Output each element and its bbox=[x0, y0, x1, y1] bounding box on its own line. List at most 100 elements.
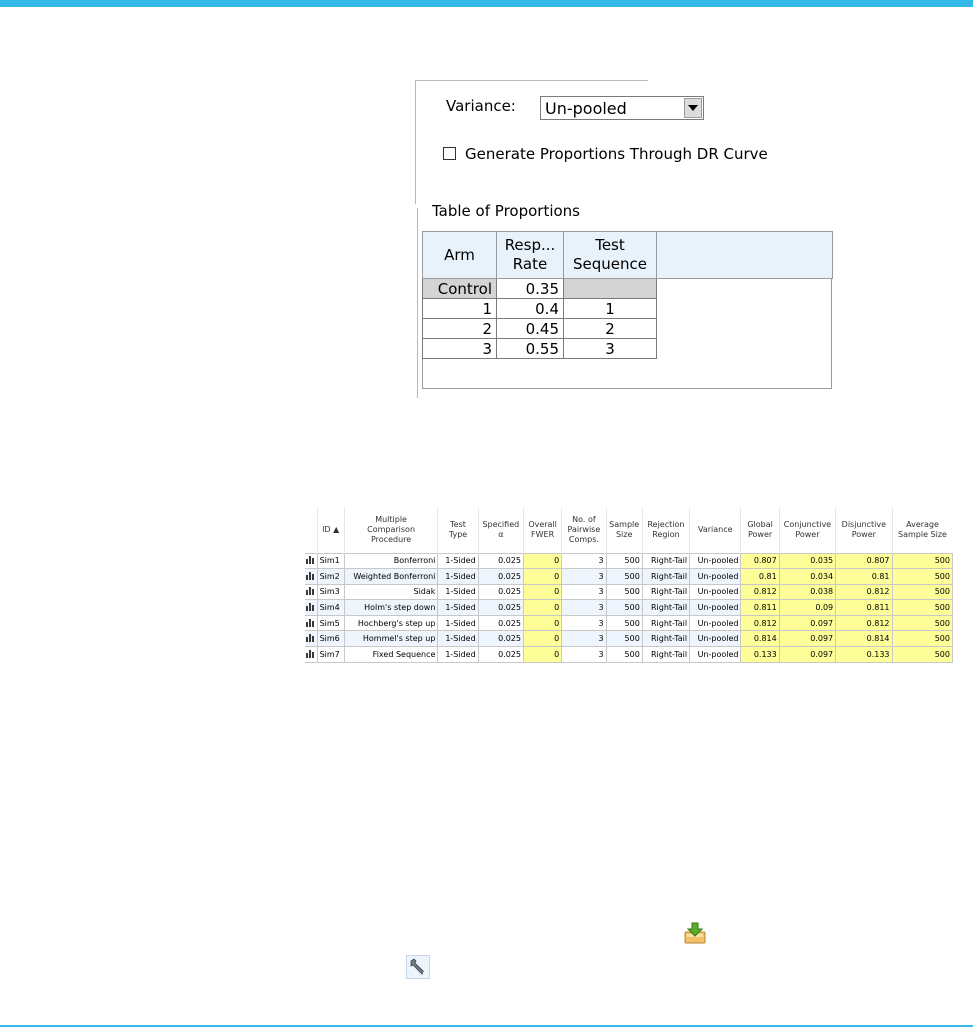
col-header-global-power[interactable]: Global Power bbox=[740, 508, 780, 553]
col-header-conjunctive-power[interactable]: Conjunctive Power bbox=[778, 508, 836, 553]
alpha-cell: 0.025 bbox=[477, 630, 524, 648]
test-type-cell: 1-Sided bbox=[437, 630, 479, 648]
global-power-cell: 0.814 bbox=[740, 630, 780, 648]
col-header-test-type[interactable]: Test Type bbox=[437, 508, 479, 553]
test-sequence-cell[interactable]: 3 bbox=[563, 338, 657, 359]
col-header-specified-alpha[interactable]: Specified α bbox=[477, 508, 524, 553]
table-row[interactable]: Sim2 Weighted Bonferroni 1-Sided 0.025 0 3 500… bbox=[305, 568, 954, 585]
id-cell[interactable]: Sim5 bbox=[316, 614, 345, 632]
sample-size-cell: 500 bbox=[605, 552, 643, 570]
col-header-mcp[interactable]: Multiple Comparison Procedure bbox=[343, 508, 438, 553]
fwer-cell: 0 bbox=[522, 630, 563, 648]
col-header-test-sequence[interactable]: Test Sequence bbox=[563, 231, 657, 279]
variance-cell: Un-pooled bbox=[689, 614, 742, 632]
col-header-variance[interactable]: Variance bbox=[689, 508, 741, 553]
chart-icon[interactable] bbox=[305, 614, 318, 632]
global-power-cell: 0.81 bbox=[740, 568, 780, 585]
conjunctive-power-cell: 0.035 bbox=[778, 552, 837, 570]
table-row: 3 0.55 3 bbox=[422, 338, 833, 359]
chart-icon[interactable] bbox=[305, 599, 318, 616]
region-cell: Right-Tail bbox=[641, 583, 691, 601]
dropdown-arrow-icon[interactable] bbox=[684, 98, 702, 118]
avg-sample-size-cell: 500 bbox=[891, 646, 954, 663]
top-accent-bar bbox=[0, 0, 973, 7]
disjunctive-power-cell: 0.814 bbox=[835, 630, 893, 648]
conjunctive-power-cell: 0.09 bbox=[778, 599, 837, 616]
col-header-disjunctive-power[interactable]: Disjunctive Power bbox=[835, 508, 893, 553]
resp-rate-cell[interactable]: 0.55 bbox=[496, 338, 564, 359]
test-sequence-cell[interactable]: 2 bbox=[563, 318, 657, 339]
arm-cell: 1 bbox=[422, 298, 497, 319]
chart-icon[interactable] bbox=[305, 630, 318, 648]
table-row[interactable]: Sim3 Sidak 1-Sided 0.025 0 3 500 Right-Tail Un-p… bbox=[305, 583, 954, 601]
alpha-cell: 0.025 bbox=[477, 552, 524, 570]
variance-cell: Un-pooled bbox=[689, 568, 742, 585]
col-header-empty bbox=[656, 231, 833, 279]
panel-frame bbox=[417, 208, 418, 398]
mcp-cell: Sidak bbox=[343, 583, 439, 601]
panel-frame bbox=[415, 80, 416, 204]
region-cell: Right-Tail bbox=[641, 646, 691, 663]
table-row[interactable]: Sim6 Hommel's step up 1-Sided 0.025 0 3 500 Rig… bbox=[305, 630, 954, 648]
chart-icon[interactable] bbox=[305, 583, 318, 601]
generate-dr-curve-checkbox[interactable] bbox=[443, 147, 456, 160]
disjunctive-power-cell: 0.812 bbox=[835, 583, 893, 601]
col-header-arm[interactable]: Arm bbox=[422, 231, 497, 279]
disjunctive-power-cell: 0.81 bbox=[835, 568, 893, 585]
table-row[interactable]: Sim4 Holm's step down 1-Sided 0.025 0 3 500 Rig… bbox=[305, 599, 954, 616]
region-cell: Right-Tail bbox=[641, 552, 691, 570]
sample-size-cell: 500 bbox=[605, 583, 643, 601]
id-cell[interactable]: Sim2 bbox=[316, 568, 345, 585]
fwer-cell: 0 bbox=[522, 599, 563, 616]
chart-icon[interactable] bbox=[305, 646, 318, 663]
variance-cell: Un-pooled bbox=[689, 599, 742, 616]
test-type-cell: 1-Sided bbox=[437, 599, 479, 616]
resp-rate-cell[interactable]: 0.4 bbox=[496, 298, 564, 319]
fwer-cell: 0 bbox=[522, 583, 563, 601]
global-power-cell: 0.811 bbox=[740, 599, 780, 616]
alpha-cell: 0.025 bbox=[477, 614, 524, 632]
panel-frame bbox=[415, 80, 648, 81]
simulation-results-table: ID ▲ Multiple Comparison Procedure Test Typ… bbox=[305, 508, 954, 663]
alpha-cell: 0.025 bbox=[477, 646, 524, 663]
test-sequence-cell[interactable]: 1 bbox=[563, 298, 657, 319]
table-row[interactable]: Sim7 Fixed Sequence 1-Sided 0.025 0 3 500 Right… bbox=[305, 646, 954, 663]
id-cell[interactable]: Sim1 bbox=[316, 552, 345, 570]
arm-cell: 3 bbox=[422, 338, 497, 359]
comps-cell: 3 bbox=[561, 552, 607, 570]
col-header-id[interactable]: ID ▲ bbox=[316, 508, 345, 553]
col-header-resp-rate[interactable]: Resp... Rate bbox=[496, 231, 564, 279]
variance-dropdown-value: Un-pooled bbox=[545, 98, 627, 118]
avg-sample-size-cell: 500 bbox=[891, 614, 954, 632]
conjunctive-power-cell: 0.038 bbox=[778, 583, 837, 601]
region-cell: Right-Tail bbox=[641, 599, 691, 616]
col-header-average-sample-size[interactable]: Average Sample Size bbox=[891, 508, 953, 553]
col-header-sample-size[interactable]: Sample Size bbox=[605, 508, 643, 553]
resp-rate-cell[interactable]: 0.35 bbox=[496, 278, 564, 299]
id-cell[interactable]: Sim7 bbox=[316, 646, 345, 663]
variance-cell: Un-pooled bbox=[689, 630, 742, 648]
global-power-cell: 0.812 bbox=[740, 614, 780, 632]
variance-dropdown[interactable]: Un-pooled bbox=[540, 96, 704, 120]
table-row[interactable]: Sim1 Bonferroni 1-Sided 0.025 0 3 500 Right-Tai… bbox=[305, 552, 954, 570]
col-header-rejection-region[interactable]: Rejection Region bbox=[641, 508, 690, 553]
chart-icon[interactable] bbox=[305, 568, 318, 585]
sample-size-cell: 500 bbox=[605, 646, 643, 663]
chart-icon[interactable] bbox=[305, 552, 318, 570]
col-header-pairwise-comps[interactable]: No. of Pairwise Comps. bbox=[561, 508, 607, 553]
id-cell[interactable]: Sim3 bbox=[316, 583, 345, 601]
conjunctive-power-cell: 0.097 bbox=[778, 630, 837, 648]
avg-sample-size-cell: 500 bbox=[891, 568, 954, 585]
id-cell[interactable]: Sim4 bbox=[316, 599, 345, 616]
global-power-cell: 0.133 bbox=[740, 646, 780, 663]
wrench-icon[interactable] bbox=[406, 955, 430, 979]
resp-rate-cell[interactable]: 0.45 bbox=[496, 318, 564, 339]
region-cell: Right-Tail bbox=[641, 614, 691, 632]
conjunctive-power-cell: 0.097 bbox=[778, 614, 837, 632]
table-row[interactable]: Sim5 Hochberg's step up 1-Sided 0.025 0 3 500 R… bbox=[305, 614, 954, 632]
id-cell[interactable]: Sim6 bbox=[316, 630, 345, 648]
save-to-library-icon[interactable] bbox=[683, 921, 707, 945]
col-header-overall-fwer[interactable]: Overall FWER bbox=[522, 508, 562, 553]
comps-cell: 3 bbox=[561, 568, 607, 585]
comps-cell: 3 bbox=[561, 614, 607, 632]
